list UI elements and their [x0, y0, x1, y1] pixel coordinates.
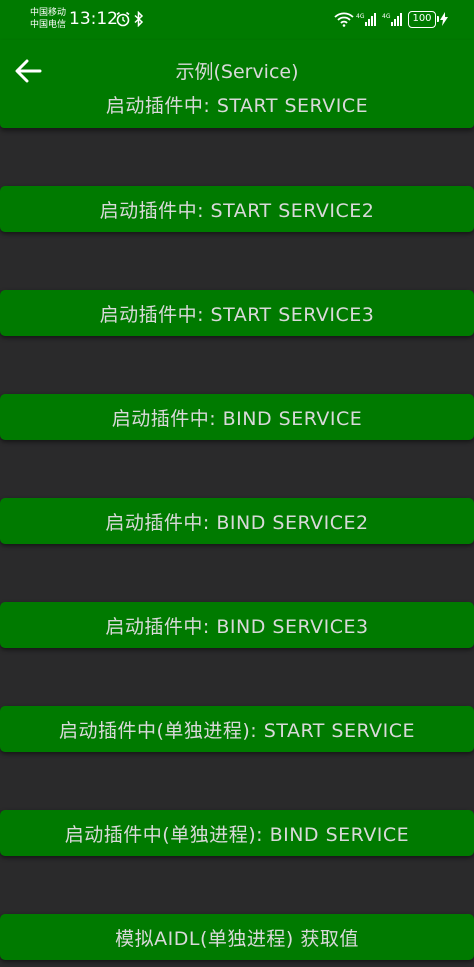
aidl-get-value-button[interactable]: 模拟AIDL(单独进程) 获取值	[0, 914, 474, 960]
wifi-icon	[334, 10, 354, 28]
app-bar: 示例(Service) 启动插件中: START SERVICE	[0, 40, 474, 128]
screen: 中国移动 中国电信 13:12 4G 4G 100 示例(Service) 启动…	[0, 0, 474, 967]
bluetooth-icon	[134, 10, 144, 28]
battery-indicator: 100	[408, 11, 439, 28]
signal-icon: 4G	[356, 10, 378, 28]
start-service3-button[interactable]: 启动插件中: START SERVICE3	[0, 290, 474, 336]
button-label: 启动插件中(单独进程): BIND SERVICE	[64, 823, 410, 846]
button-label: 启动插件中(单独进程): START SERVICE	[58, 719, 416, 742]
page-title: 示例(Service)	[175, 61, 299, 83]
start-service2-button[interactable]: 启动插件中: START SERVICE2	[0, 186, 474, 232]
carrier-1: 中国移动	[30, 8, 67, 18]
charging-icon	[440, 10, 448, 28]
start-service-button[interactable]: 启动插件中: START SERVICE	[0, 94, 474, 118]
button-label: 启动插件中: START SERVICE3	[99, 303, 375, 326]
signal-icon: 4G	[382, 10, 404, 28]
bind-service3-button[interactable]: 启动插件中: BIND SERVICE3	[0, 602, 474, 648]
button-label: 启动插件中: START SERVICE2	[99, 199, 375, 222]
button-label: 启动插件中: BIND SERVICE3	[105, 615, 369, 638]
status-bar: 中国移动 中国电信 13:12 4G 4G 100	[0, 0, 474, 40]
svg-text:4G: 4G	[382, 13, 391, 20]
carrier-info: 中国移动 中国电信	[30, 7, 66, 31]
separate-process-bind-service-button[interactable]: 启动插件中(单独进程): BIND SERVICE	[0, 810, 474, 856]
separate-process-start-service-button[interactable]: 启动插件中(单独进程): START SERVICE	[0, 706, 474, 752]
button-label: 模拟AIDL(单独进程) 获取值	[115, 927, 359, 950]
button-label: 启动插件中: BIND SERVICE2	[105, 511, 369, 534]
bind-service2-button[interactable]: 启动插件中: BIND SERVICE2	[0, 498, 474, 544]
bind-service-button[interactable]: 启动插件中: BIND SERVICE	[0, 394, 474, 440]
status-time: 13:12	[69, 9, 118, 29]
svg-text:4G: 4G	[356, 13, 365, 20]
button-label: 启动插件中: BIND SERVICE	[111, 407, 363, 430]
carrier-2: 中国电信	[30, 20, 67, 30]
alarm-icon	[115, 10, 131, 28]
